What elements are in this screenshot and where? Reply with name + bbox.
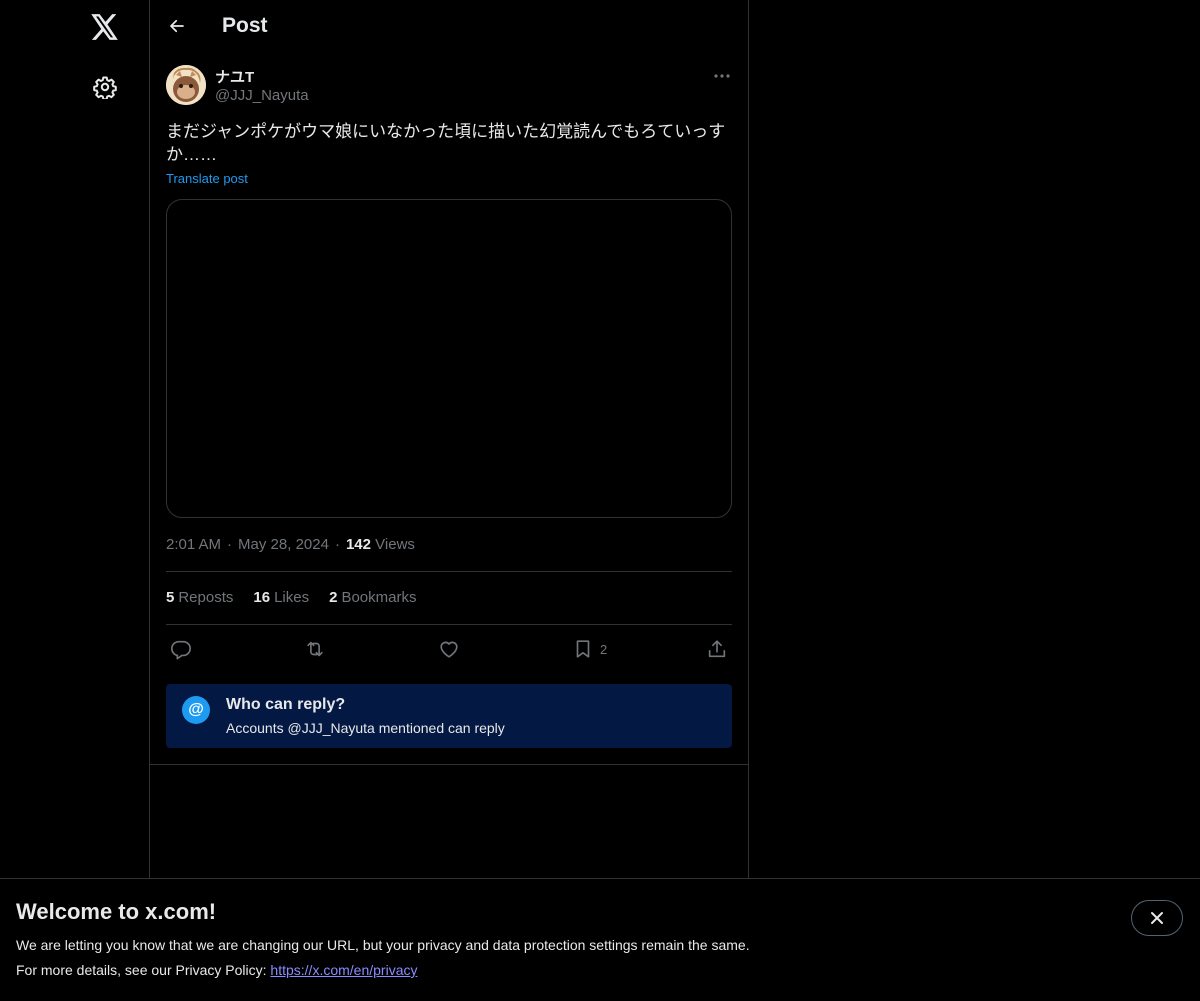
post-time[interactable]: 2:01 AM: [166, 536, 221, 553]
author-handle[interactable]: @JJJ_Nayuta: [215, 87, 309, 104]
who-can-reply-title: Who can reply?: [226, 696, 346, 713]
post-metadata: 2:01 AM · May 28, 2024 · 142 Views: [166, 536, 415, 553]
avatar[interactable]: [166, 65, 206, 105]
like-button[interactable]: [438, 636, 460, 662]
reply-button[interactable]: [170, 636, 192, 662]
banner-title: Welcome to x.com!: [16, 899, 217, 924]
separator-dot: ·: [334, 536, 340, 553]
bookmark-count: 2: [600, 641, 608, 657]
bookmark-button[interactable]: 2: [572, 636, 607, 662]
who-can-reply-subtitle: Accounts @JJJ_Nayuta mentioned can reply: [226, 720, 505, 736]
share-button[interactable]: [706, 636, 728, 662]
welcome-banner: Welcome to x.com! We are letting you kno…: [0, 878, 1200, 1001]
divider: [150, 764, 748, 765]
post-media[interactable]: [166, 199, 732, 518]
repost-icon: [307, 641, 323, 657]
privacy-policy-link[interactable]: https://x.com/en/privacy: [270, 962, 417, 978]
back-arrow-icon: [170, 19, 184, 33]
likes-stat[interactable]: 16 Likes: [253, 589, 309, 606]
reposts-count: 5: [166, 589, 175, 606]
post-text: まだジャンポケがウマ娘にいなかった頃に描いた幻覚読んでもろていっすか……: [166, 122, 726, 164]
page-title: Post: [222, 14, 268, 37]
x-logo-icon[interactable]: [89, 10, 121, 44]
close-banner-button[interactable]: [1131, 900, 1183, 936]
post-header: Post: [150, 0, 748, 54]
views-label: Views: [375, 536, 415, 553]
likes-count: 16: [253, 589, 271, 606]
gear-icon[interactable]: [90, 72, 120, 102]
post-column: Post ナユT @JJJ_Nayuta まだジャンポケがウマ娘にいなかった頃に…: [149, 0, 749, 1000]
post-date[interactable]: May 28, 2024: [238, 536, 329, 553]
divider: [166, 624, 732, 625]
banner-details-text: For more details, see our Privacy Policy…: [16, 962, 271, 978]
reposts-stat[interactable]: 5 Reposts: [166, 589, 233, 606]
bookmarks-label: Bookmarks: [341, 589, 417, 606]
action-bar: 2: [166, 636, 732, 662]
repost-button[interactable]: [303, 636, 327, 662]
banner-details: For more details, see our Privacy Policy…: [16, 962, 417, 978]
share-icon: [708, 640, 726, 658]
reply-icon: [171, 640, 191, 660]
side-nav: [0, 0, 149, 1000]
banner-message: We are letting you know that we are chan…: [16, 937, 750, 953]
separator-dot: ·: [227, 536, 233, 553]
at-sign-icon: @: [182, 696, 210, 724]
bookmark-icon: [576, 640, 590, 658]
close-icon: [1151, 912, 1163, 924]
back-button[interactable]: [164, 13, 190, 39]
likes-label: Likes: [274, 589, 310, 606]
translate-post-link[interactable]: Translate post: [166, 171, 248, 186]
author-display-name[interactable]: ナユT: [215, 66, 254, 87]
divider: [166, 571, 732, 572]
heart-icon: [440, 641, 458, 658]
more-options-button[interactable]: [712, 66, 732, 86]
bookmarks-count: 2: [329, 589, 338, 606]
bookmarks-stat[interactable]: 2 Bookmarks: [329, 589, 416, 606]
more-dots-icon: [714, 74, 730, 78]
who-can-reply-notice: @ Who can reply? Accounts @JJJ_Nayuta me…: [166, 684, 732, 748]
engagement-stats: 5 Reposts 16 Likes 2 Bookmarks: [166, 589, 416, 606]
views-count: 142: [345, 536, 371, 553]
reposts-label: Reposts: [178, 589, 234, 606]
